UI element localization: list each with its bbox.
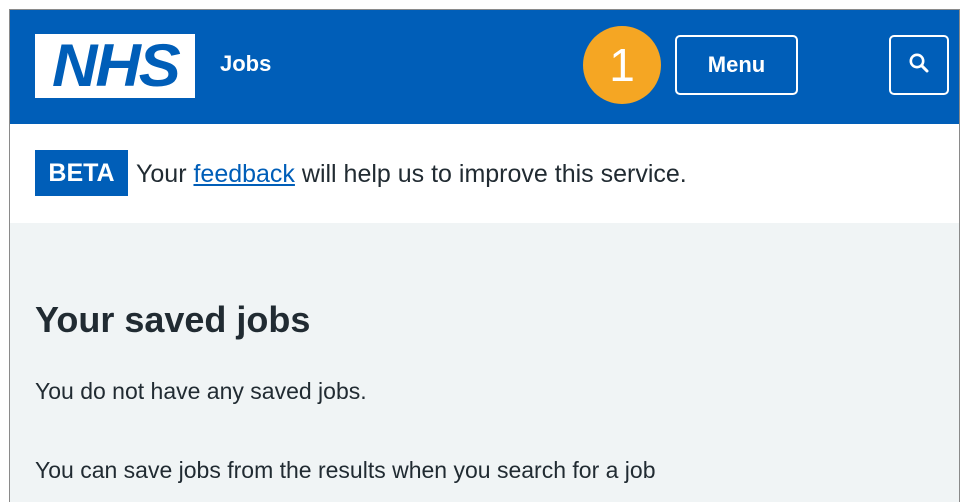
browser-frame: NHS Jobs 1 Menu BETA Your feedback will … xyxy=(9,9,960,502)
search-icon xyxy=(908,52,930,79)
step-number-badge: 1 xyxy=(583,26,661,104)
nhs-logo-text: NHS xyxy=(51,34,181,98)
no-saved-jobs-text: You do not have any saved jobs. xyxy=(35,378,367,404)
phase-banner-text-before: Your xyxy=(136,160,194,188)
main-content: Your saved jobs You do not have any save… xyxy=(10,223,959,502)
phase-banner-text: Your feedback will help us to improve th… xyxy=(136,160,687,189)
menu-button[interactable]: Menu xyxy=(675,35,798,95)
service-name-link[interactable]: Jobs xyxy=(220,51,271,77)
feedback-link[interactable]: feedback xyxy=(193,160,294,188)
search-button[interactable] xyxy=(889,35,949,95)
nhs-logo[interactable]: NHS xyxy=(35,34,195,98)
phase-banner-text-after: will help us to improve this service. xyxy=(294,160,687,188)
save-jobs-hint-text: You can save jobs from the results when … xyxy=(35,457,656,483)
phase-banner: BETA Your feedback will help us to impro… xyxy=(10,124,959,223)
beta-tag: BETA xyxy=(35,150,128,196)
page-title: Your saved jobs xyxy=(35,299,311,340)
site-header: NHS Jobs 1 Menu xyxy=(10,10,959,124)
